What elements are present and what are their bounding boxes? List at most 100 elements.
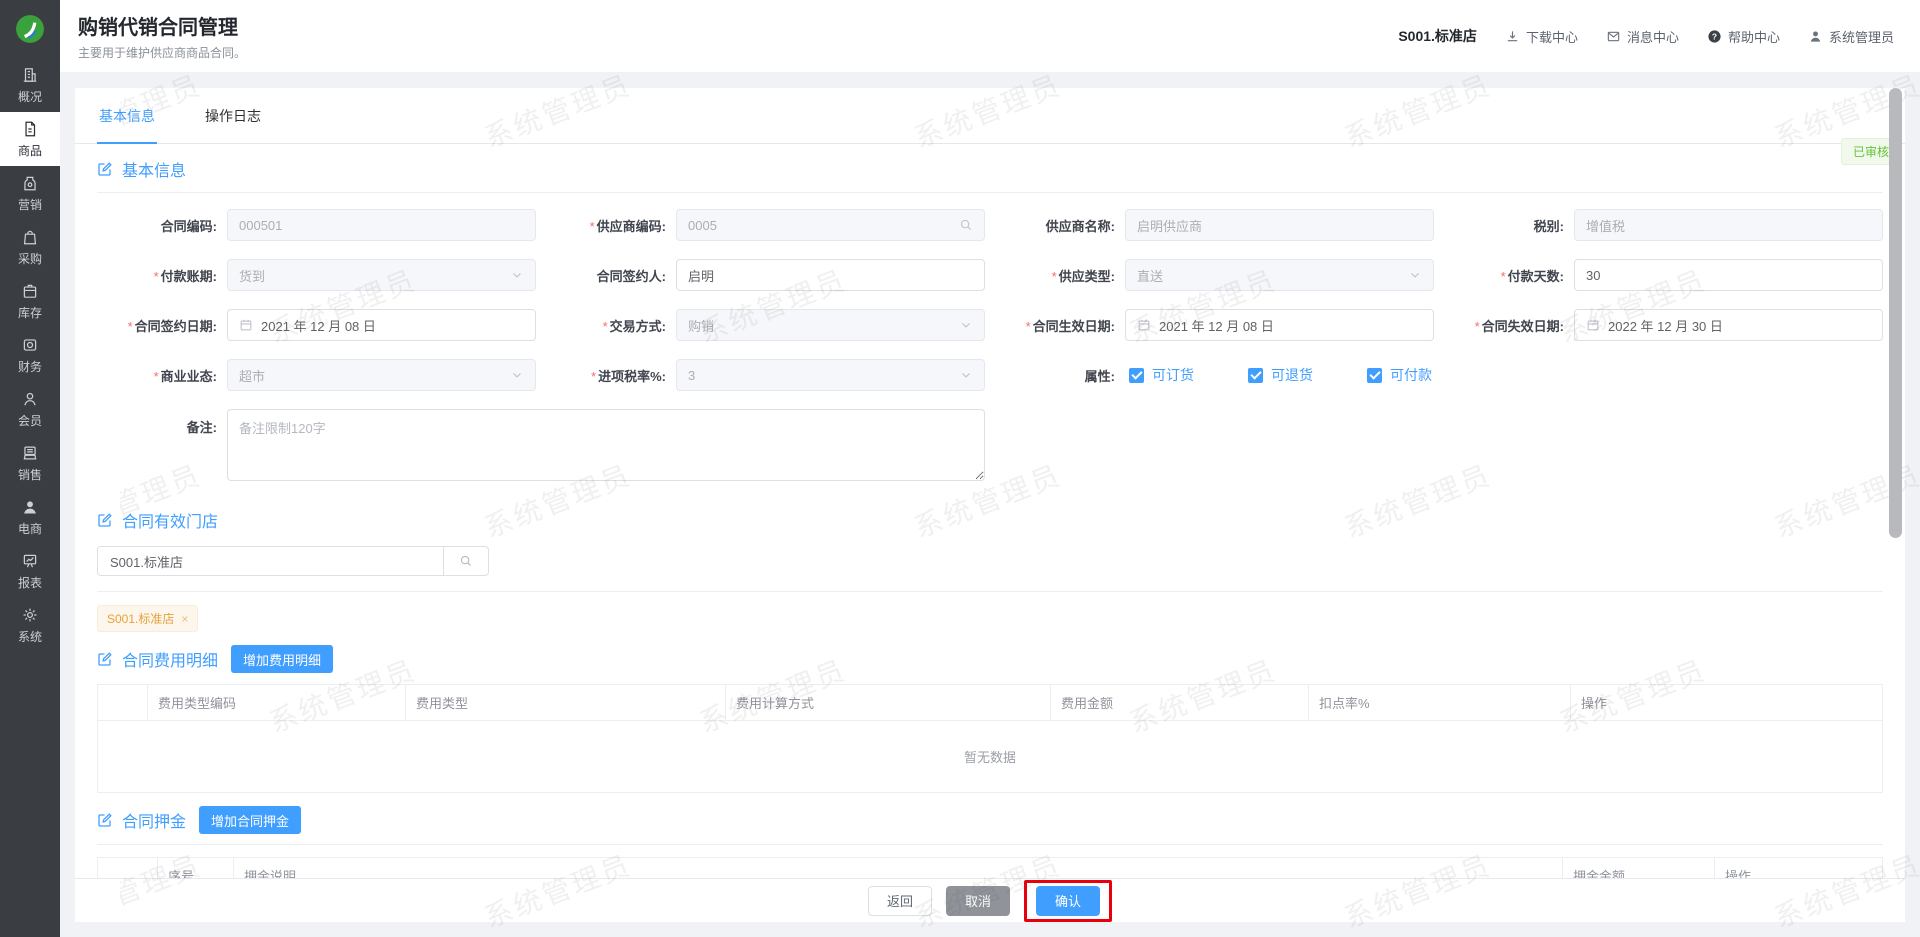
field-payment-term: * 付款账期: 货到 <box>97 259 536 291</box>
page-subtitle: 主要用于维护供应商商品合同。 <box>78 46 247 60</box>
field-sign-date: * 合同签约日期: 2021 年 12 月 08 日 <box>97 309 536 341</box>
supplier-name-input[interactable] <box>1125 209 1434 241</box>
gear-icon <box>21 606 39 624</box>
fee-col-header: 扣点率% <box>1308 684 1571 721</box>
payment-term-select[interactable]: 货到 <box>227 259 536 291</box>
mail-icon <box>1607 31 1620 41</box>
user-icon <box>1810 30 1821 42</box>
confirm-button[interactable]: 确认 <box>1036 885 1101 916</box>
building-icon <box>21 66 39 84</box>
box-icon <box>21 282 39 300</box>
presentation-icon <box>21 552 39 570</box>
supply-type-select[interactable]: 直送 <box>1125 259 1434 291</box>
card-body: 基本信息 操作日志 已审核 基本信息 合同编码: 000501 * 供应商编码:… <box>75 88 1905 878</box>
fee-col-header: 费用类型 <box>405 684 726 721</box>
deposit-col-header: 操作 <box>1714 857 1883 878</box>
field-payment-days: * 付款天数: <box>1444 259 1883 291</box>
search-icon[interactable] <box>443 547 488 575</box>
confirm-highlight-box: 确认 <box>1024 879 1113 922</box>
document-icon <box>21 120 39 138</box>
field-supplier-code: * 供应商编码: <box>546 209 985 241</box>
checkbox-payable[interactable]: 可付款 <box>1367 365 1432 385</box>
download-icon <box>1507 30 1518 41</box>
help-icon: ? <box>1708 29 1721 43</box>
edit-icon <box>98 162 112 176</box>
brand-logo-icon <box>16 15 44 43</box>
supplier-code-input[interactable] <box>676 209 985 241</box>
empty-state: 暂无数据 <box>97 720 1883 793</box>
section-stores-header: 合同有效门店 <box>97 495 1883 534</box>
tag-close-icon[interactable]: × <box>181 612 188 626</box>
fee-table-empty-row: 暂无数据 <box>97 720 1883 793</box>
checkbox-orderable[interactable]: 可订货 <box>1129 365 1194 385</box>
contract-signer-input[interactable] <box>676 259 985 291</box>
cancel-button[interactable]: 取消 <box>945 885 1010 916</box>
sidebar-item-overview[interactable]: 概况 <box>0 58 60 112</box>
edit-icon <box>98 813 112 827</box>
search-icon[interactable] <box>959 218 973 232</box>
page-title-block: 购销代销合同管理 主要用于维护供应商商品合同。 <box>78 11 246 61</box>
add-deposit-button[interactable]: 增加合同押金 <box>199 806 302 834</box>
field-effective-date: * 合同生效日期: 2021 年 12 月 08 日 <box>995 309 1434 341</box>
help-center-link[interactable]: ? 帮助中心 <box>1707 27 1780 46</box>
tab-operation-log[interactable]: 操作日志 <box>203 106 263 143</box>
sidebar-item-finance[interactable]: 财务 <box>0 328 60 382</box>
download-center-link[interactable]: 下载中心 <box>1505 27 1578 46</box>
brand-logo[interactable] <box>0 0 60 58</box>
section-fee-details: 合同费用明细 增加费用明细 费用类型编码 费用类型 费用计算方式 费用金额 扣点… <box>75 632 1905 793</box>
sidebar-item-sales[interactable]: 销售 <box>0 436 60 490</box>
fee-col-header: 费用计算方式 <box>725 684 1051 721</box>
chevron-down-icon <box>1408 268 1422 282</box>
deposit-table-header-row: 序号 押金说明 押金金额 操作 <box>97 857 1883 878</box>
back-button[interactable]: 返回 <box>867 885 932 916</box>
edit-icon <box>98 513 112 527</box>
section-fees-header: 合同费用明细 增加费用明细 <box>97 632 1883 679</box>
business-format-select[interactable]: 超市 <box>227 359 536 391</box>
field-remark: 备注: <box>97 409 985 481</box>
tab-basic-info[interactable]: 基本信息 <box>97 106 157 144</box>
sign-date-picker[interactable]: 2021 年 12 月 08 日 <box>227 309 536 341</box>
trade-mode-select[interactable]: 购销 <box>676 309 985 341</box>
field-contract-code: 合同编码: <box>97 209 536 241</box>
sidebar-item-inventory[interactable]: 库存 <box>0 274 60 328</box>
sidebar-item-members[interactable]: 会员 <box>0 382 60 436</box>
calendar-icon <box>1137 318 1151 332</box>
deposit-col-select <box>97 857 158 878</box>
checkbox-returnable[interactable]: 可退货 <box>1248 365 1313 385</box>
shopping-bag-icon <box>21 228 39 246</box>
sidebar-item-goods[interactable]: 商品 <box>0 112 60 166</box>
deposit-col-header: 序号 <box>157 857 234 878</box>
sidebar-item-reports[interactable]: 报表 <box>0 544 60 598</box>
main-area: 购销代销合同管理 主要用于维护供应商商品合同。 S001.标准店 下载中心 消息… <box>60 0 1920 937</box>
store-search <box>97 546 489 576</box>
user-menu[interactable]: 系统管理员 <box>1808 27 1894 46</box>
sidebar-item-purchase[interactable]: 采购 <box>0 220 60 274</box>
field-contract-signer: 合同签约人: <box>546 259 985 291</box>
sidebar-item-label: 概况 <box>17 89 42 104</box>
footer-action-bar: 返回 取消 确认 <box>75 878 1905 922</box>
input-tax-rate-select[interactable]: 3 <box>676 359 985 391</box>
payment-days-input[interactable] <box>1574 259 1883 291</box>
vertical-scrollbar[interactable] <box>1889 88 1902 538</box>
checkbox-checked-icon <box>1248 367 1263 383</box>
person-solid-icon <box>21 498 39 516</box>
sidebar-item-label: 财务 <box>17 359 42 374</box>
message-center-link[interactable]: 消息中心 <box>1606 27 1679 46</box>
sidebar-item-ecommerce[interactable]: 电商 <box>0 490 60 544</box>
remark-textarea[interactable] <box>227 409 985 481</box>
checkbox-checked-icon <box>1129 367 1144 383</box>
sidebar-item-system[interactable]: 系统 <box>0 598 60 652</box>
page-title: 购销代销合同管理 <box>78 17 238 39</box>
sidebar-item-label: 报表 <box>17 575 42 590</box>
expiry-date-picker[interactable]: 2022 年 12 月 30 日 <box>1574 309 1883 341</box>
sidebar-item-marketing[interactable]: 营销 <box>0 166 60 220</box>
store-search-input[interactable] <box>98 547 443 575</box>
tax-type-input[interactable] <box>1574 209 1883 241</box>
section-basic-header: 基本信息 <box>97 144 1883 193</box>
add-fee-detail-button[interactable]: 增加费用明细 <box>231 645 334 673</box>
deposit-col-header: 押金说明 <box>233 857 1563 878</box>
sidebar-item-label: 销售 <box>17 467 42 482</box>
contract-code-input[interactable] <box>227 209 536 241</box>
divider <box>97 591 1883 592</box>
effective-date-picker[interactable]: 2021 年 12 月 08 日 <box>1125 309 1434 341</box>
